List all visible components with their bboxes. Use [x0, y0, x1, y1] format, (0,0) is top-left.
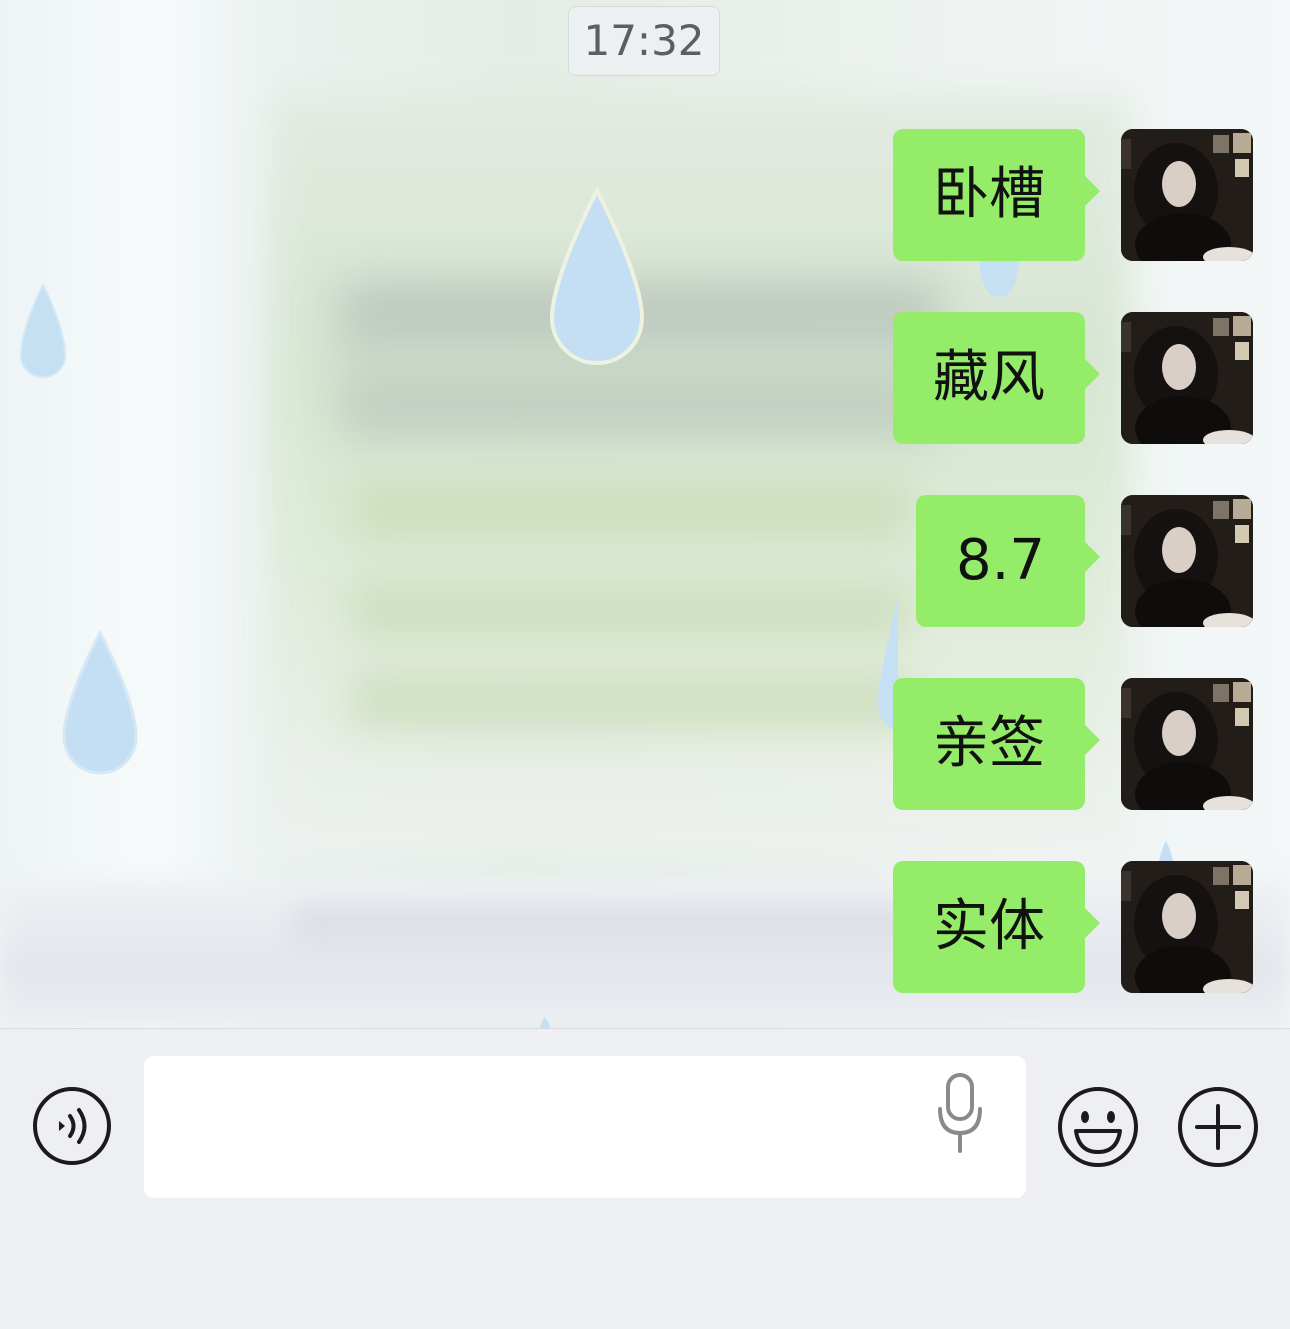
avatar-image	[1121, 861, 1253, 993]
voice-message-icon	[33, 1087, 111, 1165]
message-row: 实体	[0, 861, 1290, 993]
avatar[interactable]	[1121, 312, 1253, 444]
avatar[interactable]	[1121, 495, 1253, 627]
raindrop-icon	[540, 1017, 550, 1028]
voice-mode-button[interactable]	[32, 1086, 112, 1166]
avatar[interactable]	[1121, 678, 1253, 810]
avatar-image	[1121, 678, 1253, 810]
avatar[interactable]	[1121, 129, 1253, 261]
avatar[interactable]	[1121, 861, 1253, 993]
avatar-image	[1121, 495, 1253, 627]
message-input[interactable]	[144, 1056, 1026, 1198]
more-options-button[interactable]	[1177, 1086, 1259, 1168]
plus-icon	[1178, 1087, 1258, 1167]
message-row: 亲签	[0, 678, 1290, 810]
avatar-image	[1121, 129, 1253, 261]
message-row: 卧槽	[0, 129, 1290, 261]
input-bar	[0, 1028, 1290, 1329]
message-bubble[interactable]: 实体	[893, 861, 1100, 993]
message-bubble[interactable]: 卧槽	[893, 129, 1100, 261]
message-row: 8.7	[0, 495, 1290, 627]
message-bubble[interactable]: 藏风	[893, 312, 1100, 444]
emoji-button[interactable]	[1057, 1086, 1139, 1168]
message-row: 藏风	[0, 312, 1290, 444]
message-bubble[interactable]: 8.7	[915, 495, 1101, 627]
emoji-icon	[1058, 1087, 1138, 1167]
avatar-image	[1121, 312, 1253, 444]
message-bubble[interactable]: 亲签	[893, 678, 1100, 810]
microphone-icon	[938, 1073, 982, 1153]
message-timestamp: 17:32	[568, 6, 720, 76]
dictation-button[interactable]	[936, 1073, 984, 1159]
